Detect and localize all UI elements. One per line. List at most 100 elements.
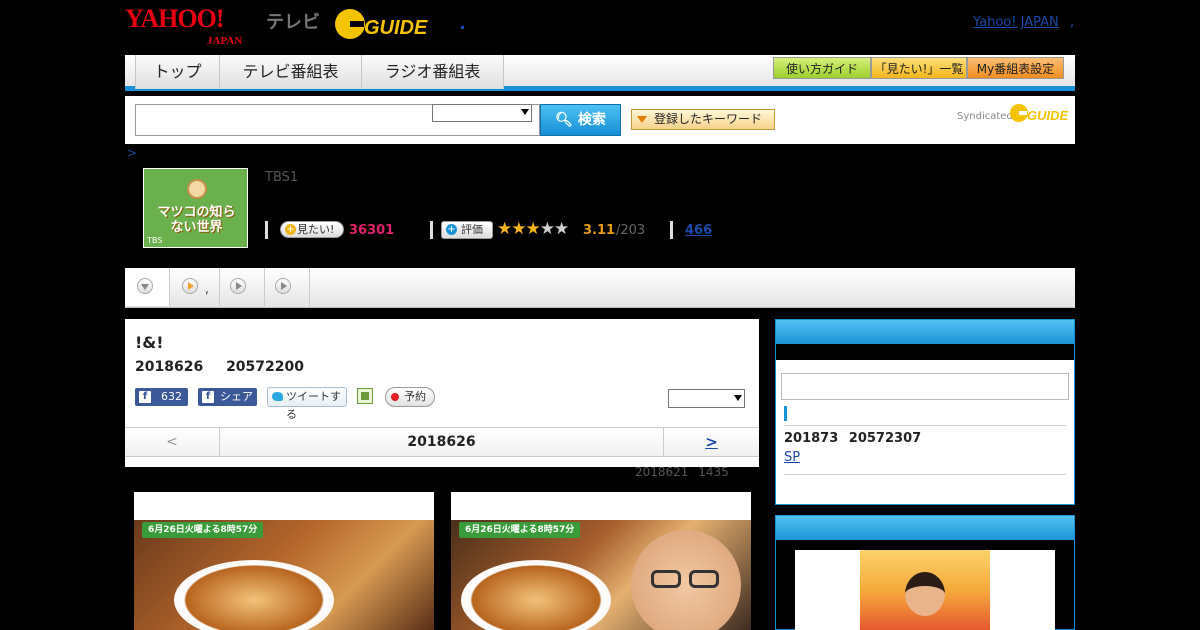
ramen-guest-photo: 6月26日火曜よる8時57分 <box>451 520 751 630</box>
mitai-list-button[interactable]: 「見たい!」一覧 <box>871 57 967 79</box>
tab-third[interactable] <box>220 268 265 306</box>
star-icon: ★ <box>497 219 512 239</box>
divider <box>430 221 433 239</box>
syndicated-gguide-logo: GUIDE <box>1010 104 1069 123</box>
header-link-dot: , <box>1070 15 1075 30</box>
side-panel-subheader <box>776 344 1074 360</box>
program-detail-panel: !&! 2018626 20572200 f 632 f シェア ツイートする … <box>125 319 759 467</box>
global-nav: トップ テレビ番組表 ラジオ番組表 使い方ガイド 「見たい!」一覧 My番組表設… <box>125 55 1075 91</box>
program-thumbnail: マツコの知らない世界 TBS <box>143 168 248 248</box>
tab-tv-listings[interactable]: テレビ番組表 <box>220 55 362 89</box>
yahoo-japan-logo[interactable]: YAHOO! JAPAN <box>125 6 242 48</box>
ramen-bowl <box>174 560 334 630</box>
program-photo[interactable]: 6月26日火曜よる8時57分 <box>134 492 434 630</box>
search-icon: 🔍︎ <box>555 112 573 128</box>
chevron-down-icon <box>734 395 742 401</box>
mitai-count: 36301 <box>349 223 395 238</box>
rate-label: 評価 <box>461 223 483 236</box>
mitai-label: 見たい! <box>297 223 335 236</box>
registered-keywords-button[interactable]: 登録したキーワード <box>631 109 775 130</box>
reserve-recording-button[interactable]: 予約 <box>385 387 435 407</box>
registered-keywords-label: 登録したキーワード <box>654 112 763 126</box>
rate-button[interactable]: + 評価 <box>441 221 493 239</box>
pager-prev[interactable]: < <box>125 428 220 456</box>
side-panel-feature <box>775 515 1075 630</box>
svg-text:GUIDE: GUIDE <box>364 17 428 39</box>
upcoming-program-link[interactable]: SP <box>784 450 800 465</box>
tab-radio-listings[interactable]: ラジオ番組表 <box>362 55 504 89</box>
program-tabbar: , <box>125 268 1075 308</box>
add-calendar-icon[interactable] <box>357 388 373 404</box>
star-icon: ★ <box>539 219 555 239</box>
side-panel-upcoming: 201873 20572307 SP <box>775 319 1075 505</box>
star-icon: ★ <box>554 219 569 239</box>
pager-next[interactable]: > <box>664 428 759 456</box>
twitter-bird-icon <box>272 392 283 401</box>
tab-overview[interactable] <box>125 268 170 306</box>
program-title: !&! <box>135 333 164 352</box>
divider <box>784 474 1066 475</box>
episode-select[interactable] <box>668 389 745 408</box>
thumbnail-title: マツコの知らない世界 <box>157 205 236 235</box>
photo-banner: 6月26日火曜よる8時57分 <box>459 522 581 538</box>
facebook-like-count: 632 <box>161 390 182 403</box>
mitai-button[interactable]: + 見たい! <box>280 221 344 238</box>
side-panel-header <box>776 516 1074 540</box>
program-photo[interactable]: 6月26日火曜よる8時57分 <box>451 492 751 630</box>
chevron-down-icon <box>521 109 529 115</box>
facebook-icon: f <box>202 391 214 403</box>
photo-banner: 6月26日火曜よる8時57分 <box>142 522 264 538</box>
usage-guide-button[interactable]: 使い方ガイド <box>773 57 871 79</box>
rating-count: /203 <box>616 223 646 238</box>
thumbnail-face <box>187 179 207 199</box>
upcoming-datetime: 201873 20572307 <box>784 431 922 446</box>
chevron-down-icon <box>137 278 153 294</box>
gguide-logo[interactable]: GUIDE <box>334 7 432 41</box>
play-icon <box>230 278 246 294</box>
plus-icon: + <box>446 224 457 235</box>
last-updated: 2018621 1435 <box>635 465 729 479</box>
facebook-like-button[interactable]: f 632 <box>135 388 188 406</box>
review-count-link[interactable]: 466 <box>685 223 712 238</box>
tweet-button[interactable]: ツイートする <box>267 387 347 421</box>
host-face <box>905 572 945 616</box>
my-listings-settings-button[interactable]: My番組表設定 <box>967 57 1064 79</box>
divider <box>265 221 268 239</box>
breadcrumb-separator: > <box>127 146 138 160</box>
syndicated-label: Syndicated <box>957 111 1013 122</box>
ramen-photo: 6月26日火曜よる8時57分 <box>134 520 434 630</box>
facebook-icon: f <box>139 391 151 403</box>
side-heading-marker <box>784 406 787 421</box>
tab-details[interactable]: , <box>170 268 220 306</box>
feature-image-frame[interactable] <box>795 550 1055 630</box>
facebook-share-button[interactable]: f シェア <box>198 388 257 406</box>
record-dot-icon <box>391 393 399 401</box>
glasses <box>651 570 681 588</box>
pager-current-date: 2018626 <box>220 428 664 456</box>
guest-face <box>631 530 741 630</box>
channel-name: TBS1 <box>265 170 299 185</box>
search-button-label: 検索 <box>577 112 606 128</box>
yahoo-japan-link[interactable]: Yahoo! JAPAN <box>973 15 1059 30</box>
tab-top[interactable]: トップ <box>135 55 220 89</box>
ramen-bowl <box>461 560 611 630</box>
rating-stars: ★★★★★ <box>497 219 569 239</box>
date-pager: < 2018626 > <box>125 427 759 457</box>
facebook-share-label: シェア <box>220 390 253 403</box>
yahoo-logo-sub: JAPAN <box>207 35 243 47</box>
tab-details-text: , <box>205 282 209 296</box>
triangle-down-icon <box>637 116 647 123</box>
search-button[interactable]: 🔍︎ 検索 <box>540 104 621 136</box>
rating-value: 3.11 <box>583 223 616 238</box>
feature-photo <box>860 550 990 630</box>
play-icon <box>182 278 198 294</box>
svg-text:GUIDE: GUIDE <box>1027 108 1069 123</box>
plus-icon: + <box>285 224 296 235</box>
side-search-input[interactable] <box>781 373 1069 400</box>
tweet-label: ツイートする <box>286 390 341 421</box>
side-panel-header <box>776 320 1074 344</box>
divider <box>670 221 673 239</box>
search-category-select[interactable] <box>432 104 532 122</box>
reserve-label: 予約 <box>404 390 426 403</box>
tab-fourth[interactable] <box>265 268 310 306</box>
